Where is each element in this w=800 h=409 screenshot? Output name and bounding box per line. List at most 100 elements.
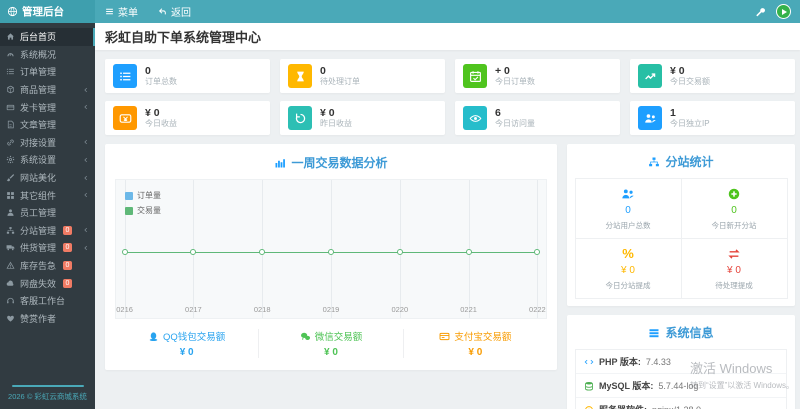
order-list-icon [6, 67, 15, 76]
line-chart[interactable]: 订单量 交易量 0216 0217 0218 0219 0220 0221 0222 [115, 179, 547, 319]
payment-label: 支付宝交易额 [454, 332, 512, 343]
content-area: 彩虹自助下单系统管理中心 0 订单总数 0 待处理订单 + 0 今日订单数 ¥ 0 今日交易额… [95, 23, 800, 409]
users-icon [621, 187, 635, 201]
sidebar-item-12[interactable]: 分站管理 0 [0, 222, 95, 240]
trade-chart-panel: 一周交易数据分析 订单量 交易量 0216 0217 0218 0219 0220 0221… [105, 144, 557, 370]
chevron-left-icon [83, 157, 89, 163]
chevron-left-icon [83, 104, 89, 110]
sidebar-item-11[interactable]: 员工管理 [0, 204, 95, 222]
x-axis-label: 0218 [253, 305, 271, 314]
back-button[interactable]: 返回 [148, 0, 201, 23]
sidebar-item-label: 网站美化 [20, 173, 57, 184]
stat-card-8[interactable]: 1 今日独立IP [630, 101, 795, 135]
stat-card-1[interactable]: 0 订单总数 [105, 59, 270, 93]
sidebar-item-5[interactable]: 发卡管理 [0, 98, 95, 116]
sidebar-item-17[interactable]: 赞赏作者 [0, 310, 95, 328]
sidebar-item-2[interactable]: 系统概况 [0, 46, 95, 64]
payment-label: QQ钱包交易额 [163, 332, 226, 343]
stat-value: ¥ 0 [670, 65, 685, 77]
substation-value: 0 [625, 204, 631, 216]
notification-badge: 0 [63, 261, 72, 271]
legend-item[interactable]: 订单量 [125, 190, 161, 201]
system-info-label: PHP 版本: [599, 357, 641, 367]
x-axis-label: 0220 [391, 305, 409, 314]
stat-card-4[interactable]: ¥ 0 今日交易额 [630, 59, 795, 93]
stat-card-3[interactable]: + 0 今日订单数 [455, 59, 620, 93]
sitemap-icon [6, 226, 15, 235]
sidebar-item-15[interactable]: 网盘失效 0 [0, 274, 95, 292]
user-avatar[interactable] [776, 4, 791, 19]
sidebar-item-label: 系统概况 [20, 49, 57, 60]
bars-icon [648, 327, 660, 339]
menu-button[interactable]: 菜单 [95, 0, 148, 23]
page-title: 彩虹自助下单系统管理中心 [105, 30, 262, 45]
sidebar-item-13[interactable]: 供货管理 0 [0, 239, 95, 257]
sidebar-footer: 2026 © 彩虹云商城系统 [0, 381, 95, 409]
wrench-icon[interactable] [755, 7, 765, 17]
sidebar-item-8[interactable]: 系统设置 [0, 151, 95, 169]
bar-chart-icon [274, 157, 286, 169]
top-nav: 菜单 返回 [95, 0, 201, 23]
sidebar-item-14[interactable]: 库存告急 0 [0, 257, 95, 275]
stat-label: 今日订单数 [495, 77, 535, 86]
legend-item[interactable]: 交易量 [125, 205, 161, 216]
sidebar-item-9[interactable]: 网站美化 [0, 169, 95, 187]
stat-card-6[interactable]: ¥ 0 昨日收益 [280, 101, 445, 135]
x-axis-label: 0216 [116, 305, 133, 314]
sidebar-item-label: 订单管理 [20, 67, 57, 78]
gear-icon [6, 155, 15, 164]
sidebar-item-10[interactable]: 其它组件 [0, 186, 95, 204]
x-axis-label: 0221 [460, 305, 477, 314]
stat-card-2[interactable]: 0 待处理订单 [280, 59, 445, 93]
chart-point [259, 248, 266, 255]
staff-icon [6, 208, 15, 217]
system-info-row: MySQL 版本: 5.7.44-log [576, 373, 786, 397]
server-icon [584, 405, 594, 409]
chart-legend: 订单量交易量 [125, 190, 161, 220]
calendar-icon [463, 64, 487, 88]
stat-card-5[interactable]: ¥ 0 今日收益 [105, 101, 270, 135]
substation-cell[interactable]: % ¥ 0 今日分站提成 [574, 237, 682, 299]
page-body[interactable]: 0 订单总数 0 待处理订单 + 0 今日订单数 ¥ 0 今日交易额 ¥ 0 今日收益 ¥ 0 昨日收… [95, 50, 800, 409]
system-info-row: PHP 版本: 7.4.33 [576, 350, 786, 373]
stat-card-7[interactable]: 6 今日访问量 [455, 101, 620, 135]
sidebar-item-7[interactable]: 对接设置 [0, 134, 95, 152]
wechat-icon [300, 331, 311, 342]
substation-cell[interactable]: 0 分站用户总数 [574, 177, 682, 239]
legend-label: 订单量 [137, 191, 161, 200]
stat-value: 0 [145, 65, 151, 77]
percent-icon: % [622, 245, 634, 261]
substation-label: 今日分站提成 [605, 280, 651, 290]
system-info-label: 服务器软件: [599, 403, 647, 409]
gauge-icon [6, 50, 15, 59]
payment-label: 微信交易额 [314, 332, 363, 343]
system-info-value: 5.7.44-log [658, 380, 699, 391]
sidebar-item-label: 赞赏作者 [20, 313, 57, 324]
sidebar-item-label: 系统设置 [20, 155, 57, 166]
exchange-icon [727, 247, 741, 261]
sidebar-item-4[interactable]: 商品管理 [0, 81, 95, 99]
stat-label: 订单总数 [145, 77, 177, 86]
home-icon [6, 32, 15, 41]
legend-swatch [125, 191, 133, 200]
chevron-left-icon [83, 227, 89, 233]
stat-value: + 0 [495, 65, 510, 77]
sidebar-item-3[interactable]: 订单管理 [0, 63, 95, 81]
sidebar-item-label: 发卡管理 [20, 102, 57, 113]
stat-value: ¥ 0 [145, 107, 160, 119]
sidebar-item-1[interactable]: 后台首页 [0, 28, 95, 46]
sidebar-item-16[interactable]: 客服工作台 [0, 292, 95, 310]
goods-icon [6, 85, 15, 94]
card-icon [6, 103, 15, 112]
sidebar-item-label: 商品管理 [20, 85, 57, 96]
substation-label: 分站用户总数 [605, 220, 651, 230]
substation-cell[interactable]: ¥ 0 待处理提成 [680, 237, 788, 299]
system-info-list: PHP 版本: 7.4.33 MySQL 版本: 5.7.44-log 服务器软件: ng… [575, 349, 787, 409]
sidebar-item-6[interactable]: 文章管理 [0, 116, 95, 134]
notification-badge: 0 [63, 278, 72, 288]
payment-value: ¥ 0 [324, 347, 338, 358]
substation-cell[interactable]: 0 今日新开分站 [680, 177, 788, 239]
stat-label: 昨日收益 [320, 119, 352, 128]
substation-value: ¥ 0 [621, 264, 635, 276]
stat-cards-grid: 0 订单总数 0 待处理订单 + 0 今日订单数 ¥ 0 今日交易额 ¥ 0 今日收益 ¥ 0 昨日收… [105, 59, 795, 135]
